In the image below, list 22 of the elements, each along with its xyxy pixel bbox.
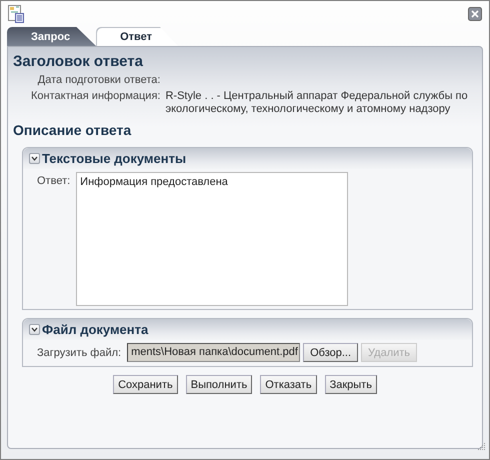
chevron-icon[interactable]: [29, 153, 40, 164]
field-label: Загрузить файл:: [37, 346, 122, 358]
tab[interactable]: Запрос: [7, 27, 96, 46]
field-label: Ответ:: [37, 174, 70, 187]
field-label: Дата подготовки ответа:: [36, 74, 160, 86]
answer-text-area[interactable]: Информация предоставлена: [76, 172, 348, 306]
dialog-button[interactable]: Закрыть: [324, 375, 377, 394]
chevron-icon[interactable]: [29, 324, 40, 335]
section-heading: Описание ответа: [13, 122, 132, 138]
dialog-button[interactable]: Отказать: [260, 375, 317, 394]
dialog-button[interactable]: Выполнить: [186, 375, 252, 394]
section-title: Текстовые документы: [42, 151, 186, 166]
close-icon[interactable]: [468, 7, 482, 21]
section-heading: Заголовок ответа: [13, 53, 144, 70]
field-value: R-Style . . - Центральный аппарат Федеральной службы по экологическому, технологическому и атомному надзору: [165, 90, 469, 116]
dialog-button[interactable]: Сохранить: [113, 375, 178, 394]
field-label: Контактная информация:: [31, 90, 160, 104]
document-icon: [8, 5, 25, 23]
tab[interactable]: Ответ: [96, 27, 178, 46]
file-path-field[interactable]: ments\Новая папка\document.pdf: [127, 343, 300, 362]
section-title: Файл документа: [42, 322, 148, 337]
browse-button[interactable]: Обзор...: [303, 343, 358, 362]
